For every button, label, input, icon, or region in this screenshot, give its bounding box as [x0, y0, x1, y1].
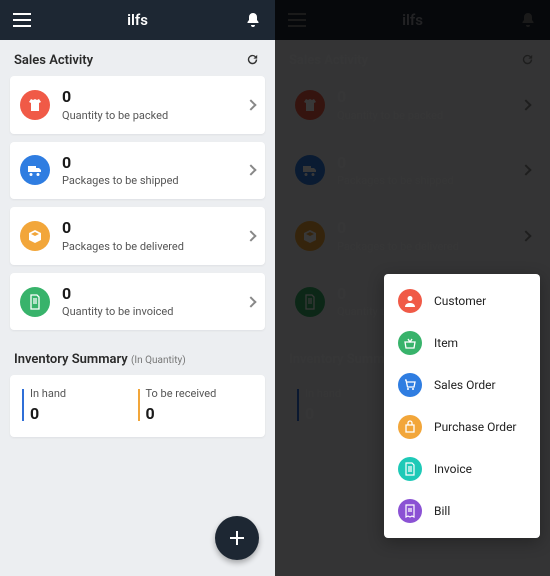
card-label: Quantity to be invoiced [62, 305, 247, 318]
menu-sales-order[interactable]: Sales Order [384, 364, 540, 406]
notifications-icon[interactable] [243, 10, 263, 30]
card-value: 0 [62, 285, 247, 303]
chevron-right-icon [245, 230, 256, 241]
plus-icon [228, 529, 246, 547]
sales-cards: 0 Quantity to be packed 0 Packages to be… [0, 76, 275, 330]
sales-activity-header: Sales Activity [0, 40, 275, 76]
basket-icon [398, 331, 422, 355]
menu-customer[interactable]: Customer [384, 280, 540, 322]
chevron-right-icon [245, 99, 256, 110]
sales-activity-title: Sales Activity [14, 53, 93, 68]
cart-icon [398, 373, 422, 397]
invoice-icon [20, 287, 50, 317]
menu-purchase-order[interactable]: Purchase Order [384, 406, 540, 448]
card-label: Packages to be delivered [62, 240, 247, 253]
screen-dashboard-fab-open: ilfs Sales Activity 0Quantity to be pack… [275, 0, 550, 576]
shirt-icon [20, 90, 50, 120]
refresh-icon[interactable] [245, 52, 261, 68]
inventory-title: Inventory Summary (In Quantity) [0, 338, 275, 375]
fab-menu: Customer Item Sales Order Purchase Order… [384, 274, 540, 538]
card-label: Quantity to be packed [62, 109, 247, 122]
card-to-invoice[interactable]: 0 Quantity to be invoiced [10, 273, 265, 331]
app-title: ilfs [127, 11, 148, 29]
inventory-to-receive: To be received 0 [138, 387, 254, 423]
card-value: 0 [62, 154, 247, 172]
menu-item[interactable]: Item [384, 322, 540, 364]
menu-invoice[interactable]: Invoice [384, 448, 540, 490]
menu-bill[interactable]: Bill [384, 490, 540, 532]
box-icon [20, 221, 50, 251]
card-to-ship[interactable]: 0 Packages to be shipped [10, 142, 265, 200]
receipt-icon [398, 499, 422, 523]
chevron-right-icon [245, 165, 256, 176]
app-header: ilfs [0, 0, 275, 40]
menu-icon[interactable] [12, 10, 32, 30]
card-to-deliver[interactable]: 0 Packages to be delivered [10, 207, 265, 265]
screen-dashboard: ilfs Sales Activity 0 Quantity to be pac… [0, 0, 275, 576]
card-value: 0 [62, 88, 247, 106]
inventory-in-hand: In hand 0 [22, 387, 138, 423]
card-value: 0 [62, 219, 247, 237]
fab-add-button[interactable] [215, 516, 259, 560]
truck-icon [20, 155, 50, 185]
card-to-pack[interactable]: 0 Quantity to be packed [10, 76, 265, 134]
inventory-card: In hand 0 To be received 0 [10, 375, 265, 437]
chevron-right-icon [245, 296, 256, 307]
person-icon [398, 289, 422, 313]
document-icon [398, 457, 422, 481]
card-label: Packages to be shipped [62, 174, 247, 187]
bag-icon [398, 415, 422, 439]
inventory-subtitle: (In Quantity) [131, 355, 186, 366]
